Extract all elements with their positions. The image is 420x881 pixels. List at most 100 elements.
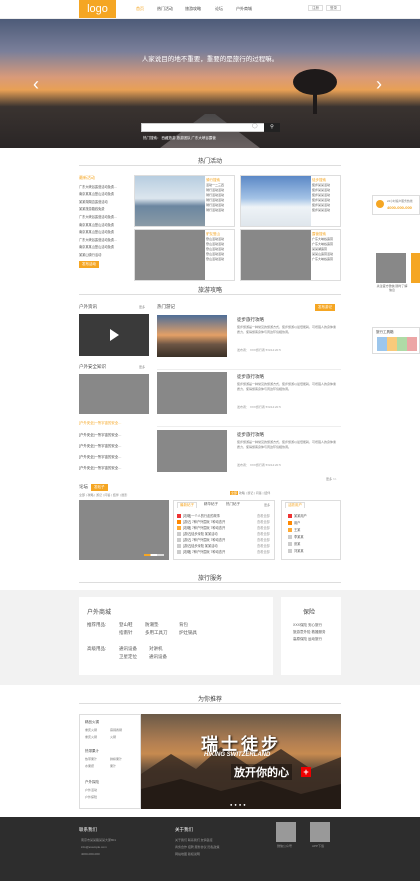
- forum-cat[interactable]: 摄影: [121, 493, 127, 497]
- travel-toolbox[interactable]: 旅行工具箱: [372, 327, 420, 354]
- strategy-more-link[interactable]: 更多 >>: [326, 477, 336, 481]
- forum-cat[interactable]: 攻略: [239, 491, 245, 495]
- mall-item[interactable]: 炉灶锅具: [179, 630, 197, 636]
- user-row[interactable]: 王某: [288, 527, 300, 533]
- forum-cat[interactable]: 结伴: [264, 491, 270, 495]
- list-item[interactable]: 南京某某山登山活动免费: [79, 229, 131, 234]
- safety-link[interactable]: [户外安全]一所宇宙的安全…: [79, 465, 122, 471]
- nav-hot[interactable]: 热门活动: [157, 6, 173, 12]
- nav-strategy[interactable]: 旅游攻略: [185, 6, 201, 12]
- mall-item[interactable]: 登山鞋: [119, 622, 133, 628]
- rec-item[interactable]: 户外探险: [85, 795, 97, 799]
- forum-cat[interactable]: 问答: [256, 491, 262, 495]
- camera-icon[interactable]: ◯: [252, 123, 258, 129]
- slider-dots[interactable]: ●●●●: [230, 802, 248, 807]
- list-item[interactable]: 南京某某山登山活动免费: [79, 222, 131, 227]
- card-item[interactable]: 骑行活动活动: [206, 208, 235, 213]
- user-row[interactable]: 用户: [288, 520, 300, 526]
- list-item[interactable]: 某某山骑行活动: [79, 252, 131, 257]
- safety-link[interactable]: [户外安全]一所宇宙的安全…: [79, 420, 122, 426]
- mall-item[interactable]: 卫星定位: [119, 654, 137, 660]
- video-thumbnail[interactable]: [79, 314, 149, 356]
- nav-mall[interactable]: 户外商城: [236, 6, 252, 12]
- item-title[interactable]: 徒步旅行攻略: [237, 317, 264, 323]
- search-button[interactable]: ⚲: [264, 123, 280, 132]
- about-links[interactable]: 网站地图 版权说明: [175, 851, 200, 857]
- forum-more-link[interactable]: 更多: [264, 503, 270, 507]
- forum-row[interactable]: [攻略] 7种户外围玩 7种动态开 查看全部: [177, 549, 272, 555]
- list-item[interactable]: 南京某某山登山活动免费: [79, 191, 131, 196]
- strategy-item[interactable]: 徒步旅行攻略 徒步旅游是一种常见的旅游方式，徒步旅游以最低能耗，可增强人的身体素…: [157, 372, 341, 427]
- user-row[interactable]: 张某: [288, 541, 300, 547]
- about-links[interactable]: 商务合作 招聘 服务协议 隐私政策: [175, 844, 220, 850]
- mall-item[interactable]: 防潮垫: [145, 622, 159, 628]
- rec-item[interactable]: 水果捞: [85, 764, 94, 768]
- mall-item[interactable]: 通讯设备: [119, 646, 137, 652]
- switzerland-banner[interactable]: 瑞士徒步 HIKING SWITZERLAND 放开你的心 + ●●●●: [141, 714, 341, 809]
- rec-item[interactable]: 麻辣香锅: [110, 728, 122, 732]
- list-item[interactable]: 广东大峡谷露营活动免费…: [79, 237, 131, 242]
- hot-search-tags[interactable]: 热门搜索： 西藏旅游 旅游团队 广东大峡谷露营: [143, 136, 216, 141]
- safety-link[interactable]: [户外安全]一所宇宙的安全…: [79, 432, 122, 438]
- insurance-item[interactable]: 旅游意外险 救援服务: [293, 629, 325, 636]
- item-title[interactable]: 徒步旅行攻略: [237, 374, 264, 380]
- forum-cat[interactable]: 游记: [96, 493, 102, 497]
- rec-item[interactable]: 火锅: [110, 735, 116, 739]
- list-item[interactable]: 某某旅游路线免费: [79, 206, 131, 211]
- rec-item[interactable]: 重庆火锅: [85, 735, 97, 739]
- forum-cat[interactable]: 全部: [230, 491, 239, 495]
- activity-card[interactable]: 徒步搜索 徒步某某活动 徒步某某活动 徒步某某活动 徒步某某活动 徒步某某活动 …: [240, 175, 341, 227]
- about-links[interactable]: 关于我们 联系我们 友情链接: [175, 837, 213, 843]
- list-item[interactable]: 广东大峡谷露营活动免费…: [79, 214, 131, 219]
- user-row[interactable]: 某某用户: [288, 513, 307, 519]
- forum-cat[interactable]: 全部: [79, 493, 85, 497]
- activity-card[interactable]: 驴友登山 登山活动活动 登山活动活动 登山活动活动 登山活动活动 登山活动活动: [134, 229, 235, 281]
- strategy-item[interactable]: 徒步旅行攻略 徒步旅游是一种常见的旅游方式，徒步旅游以最低能耗，可增强人的身体素…: [157, 430, 341, 485]
- forum-cat[interactable]: 问答: [104, 493, 110, 497]
- toolbox-icons[interactable]: [377, 337, 417, 351]
- card-item[interactable]: 登山活动活动: [206, 257, 235, 262]
- safety-link[interactable]: [户外安全]一所宇宙的安全…: [79, 443, 122, 449]
- activity-card[interactable]: 露营搜索 广东大峡谷露营 广东大峡谷露营 某某湖露营 某某山露营活动 广东大峡谷…: [240, 229, 341, 281]
- register-button[interactable]: 登录: [326, 5, 341, 11]
- float-toolbar[interactable]: [411, 253, 420, 283]
- post-button[interactable]: 发帖子: [91, 484, 108, 491]
- list-item[interactable]: 南京某某山登山活动免费: [79, 244, 131, 249]
- card-item[interactable]: 广东大峡谷露营: [312, 257, 341, 262]
- strategy-item[interactable]: 徒步旅行攻略 徒步旅游是一种常见的旅游方式，徒步旅游以最低能耗，可增强人的身体素…: [157, 315, 341, 370]
- insurance-item[interactable]: XXX保险 安心旅行: [293, 622, 322, 629]
- rec-item[interactable]: 鲜榨果汁: [110, 757, 122, 761]
- item-title[interactable]: 徒步旅行攻略: [237, 432, 264, 438]
- forum-cat[interactable]: 游记: [247, 491, 253, 495]
- tab-latest[interactable]: 最新帖子: [177, 502, 197, 508]
- rec-item[interactable]: 果汁: [110, 764, 116, 768]
- rec-item[interactable]: 户外活动: [85, 788, 97, 792]
- activity-card[interactable]: 骑行搜索 活动一二三四 骑行活动活动 骑行活动活动 骑行活动活动 骑行活动活动 …: [134, 175, 235, 227]
- nav-home[interactable]: 首页: [136, 6, 144, 12]
- rec-item[interactable]: 重庆火锅: [85, 728, 97, 732]
- service-hotline[interactable]: 24小时客户服务热线 4000-000-000: [372, 195, 420, 215]
- safety-link[interactable]: [户外安全]一所宇宙的安全…: [79, 454, 122, 460]
- mall-item[interactable]: 多用工具刀: [145, 630, 168, 636]
- nav-forum[interactable]: 论坛: [215, 6, 223, 12]
- tab-best[interactable]: 精华帖子: [204, 502, 218, 507]
- publish-travelogue-button[interactable]: 发布游记: [315, 304, 335, 311]
- news-more-link[interactable]: 更多: [139, 305, 145, 309]
- forum-cat[interactable]: 攻略: [87, 493, 93, 497]
- search-input[interactable]: [141, 123, 280, 132]
- mall-item[interactable]: 对讲机: [149, 646, 163, 652]
- mall-item[interactable]: 背包: [179, 622, 188, 628]
- forum-cat[interactable]: 结伴: [113, 493, 119, 497]
- safety-more-link[interactable]: 更多: [139, 365, 145, 369]
- insurance-item[interactable]: 高原保险 运动旅行: [293, 636, 322, 643]
- slider-dots[interactable]: [144, 554, 164, 556]
- mall-item[interactable]: 通讯设备: [149, 654, 167, 660]
- login-button[interactable]: 注册: [308, 5, 323, 11]
- logo[interactable]: logo: [79, 0, 116, 18]
- contact-email[interactable]: info@example.com: [81, 844, 107, 850]
- mall-item[interactable]: 指南针: [119, 630, 133, 636]
- publish-activity-button[interactable]: 发布活动: [79, 260, 99, 268]
- play-icon[interactable]: [110, 329, 119, 341]
- card-item[interactable]: 徒步某某活动: [312, 208, 341, 213]
- forum-image[interactable]: [79, 500, 169, 560]
